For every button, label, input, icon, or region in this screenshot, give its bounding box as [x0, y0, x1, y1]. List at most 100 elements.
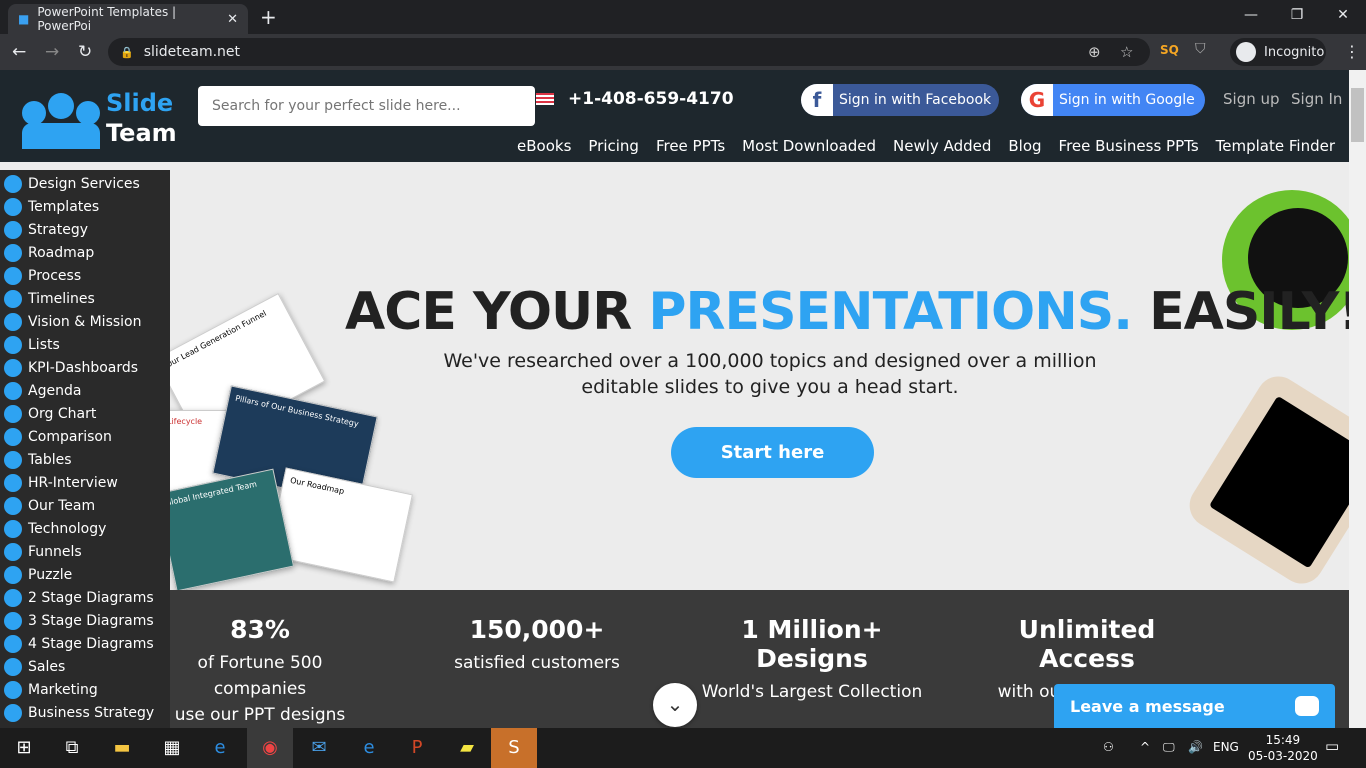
page-scrollbar[interactable]	[1349, 70, 1366, 728]
sidebar-item-templates[interactable]: Templates	[0, 195, 170, 218]
windows-start-icon[interactable]: ⊞	[12, 736, 36, 760]
stat-customers: 150,000+ satisfied customers	[454, 615, 620, 673]
bookmark-star-icon[interactable]: ☆	[1120, 43, 1133, 61]
google-icon: G	[1021, 84, 1053, 116]
sidebar-item-kpi-dashboards[interactable]: KPI-Dashboards	[0, 356, 170, 379]
stat-designs: 1 Million+ Designs World's Largest Collec…	[701, 615, 923, 702]
nav-most-downloaded[interactable]: Most Downloaded	[742, 137, 876, 155]
sidebar-item-technology[interactable]: Technology	[0, 517, 170, 540]
edge-icon[interactable]: e	[357, 736, 381, 760]
restore-icon[interactable]: ❐	[1274, 0, 1320, 30]
category-icon	[4, 496, 22, 515]
logo[interactable]: Slide Team	[22, 88, 177, 149]
scroll-down-chevron-icon[interactable]: ⌄	[653, 683, 697, 727]
powerpoint-icon[interactable]: P	[405, 736, 429, 760]
incognito-badge[interactable]: Incognito	[1230, 38, 1326, 66]
address-bar[interactable]: 🔒 slideteam.net ⊕ ☆	[108, 38, 1150, 66]
nav-blog[interactable]: Blog	[1008, 137, 1041, 155]
sidebar-item-business-strategy[interactable]: Business Strategy	[0, 701, 170, 724]
sidebar-item-3-stage-diagrams[interactable]: 3 Stage Diagrams	[0, 609, 170, 632]
close-window-icon[interactable]: ✕	[1320, 0, 1366, 30]
chrome-icon[interactable]: ◉	[247, 728, 293, 768]
close-tab-icon[interactable]: ✕	[227, 12, 238, 27]
phone-number[interactable]: +1-408-659-4170	[568, 89, 734, 109]
back-icon[interactable]: ←	[12, 42, 26, 62]
signup-link[interactable]: Sign up	[1223, 90, 1280, 108]
task-view-icon[interactable]: ⧉	[60, 736, 84, 760]
search-input[interactable]	[198, 86, 535, 126]
new-tab-button[interactable]: +	[260, 5, 277, 29]
sidebar-item-marketing[interactable]: Marketing	[0, 678, 170, 701]
category-icon	[4, 519, 22, 538]
stat-fortune: 83% of Fortune 500 companies use our PPT d…	[174, 615, 346, 725]
sidebar-item-hr-interview[interactable]: HR-Interview	[0, 471, 170, 494]
sidebar-item-strategy[interactable]: Strategy	[0, 218, 170, 241]
people-icon[interactable]: ⚇	[1103, 740, 1114, 754]
zoom-icon[interactable]: ⊕	[1088, 43, 1101, 61]
category-sidebar: Design Services Templates Strategy Roadmap P…	[0, 170, 170, 728]
sq-extension-icon[interactable]: SQ	[1160, 43, 1179, 57]
sidebar-item-label: Puzzle	[28, 566, 73, 583]
sidebar-item-tables[interactable]: Tables	[0, 448, 170, 471]
logo-text-team: Team	[106, 119, 177, 147]
forward-icon[interactable]: →	[45, 42, 59, 62]
shield-extension-icon[interactable]: ⛉	[1195, 41, 1206, 57]
mail-icon[interactable]: ✉	[307, 736, 331, 760]
sidebar-item-roadmap[interactable]: Roadmap	[0, 241, 170, 264]
sidebar-item-2-stage-diagrams[interactable]: 2 Stage Diagrams	[0, 586, 170, 609]
sidebar-item-process[interactable]: Process	[0, 264, 170, 287]
nav-ebooks[interactable]: eBooks	[517, 137, 571, 155]
sidebar-item-label: Funnels	[28, 543, 82, 560]
slides-collage-image: Our Lead Generation Funnel Lifecycle Pil…	[154, 292, 413, 592]
reload-icon[interactable]: ↻	[78, 42, 92, 62]
sidebar-item-org-chart[interactable]: Org Chart	[0, 402, 170, 425]
sidebar-item-agenda[interactable]: Agenda	[0, 379, 170, 402]
store-icon[interactable]: ▦	[160, 736, 184, 760]
sidebar-item-label: Business Strategy	[28, 704, 155, 721]
facebook-signin-button[interactable]: f Sign in with Facebook	[801, 84, 999, 116]
category-icon	[4, 634, 22, 653]
sidebar-item-puzzle[interactable]: Puzzle	[0, 563, 170, 586]
facebook-icon: f	[801, 84, 833, 116]
file-explorer-icon[interactable]: ▬	[110, 736, 134, 760]
start-here-button[interactable]: Start here	[671, 427, 874, 478]
google-signin-button[interactable]: G Sign in with Google	[1021, 84, 1205, 116]
sidebar-item-sales[interactable]: Sales	[0, 655, 170, 678]
category-icon	[4, 588, 22, 607]
nav-free-ppts[interactable]: Free PPTs	[656, 137, 725, 155]
nav-free-business-ppts[interactable]: Free Business PPTs	[1059, 137, 1199, 155]
sidebar-item-our-team[interactable]: Our Team	[0, 494, 170, 517]
sidebar-item-funnels[interactable]: Funnels	[0, 540, 170, 563]
skype-icon[interactable]: S	[491, 728, 537, 768]
language-indicator[interactable]: ENG	[1213, 740, 1239, 754]
sidebar-item-lists[interactable]: Lists	[0, 333, 170, 356]
sticky-notes-icon[interactable]: ▰	[455, 736, 479, 760]
leave-message-button[interactable]: Leave a message	[1054, 684, 1335, 728]
minimize-icon[interactable]: —	[1228, 0, 1274, 30]
category-icon	[4, 611, 22, 630]
network-icon[interactable]: 🖵	[1163, 740, 1175, 755]
sidebar-item-4-stage-diagrams[interactable]: 4 Stage Diagrams	[0, 632, 170, 655]
sidebar-item-design-services[interactable]: Design Services	[0, 172, 170, 195]
sidebar-item-comparison[interactable]: Comparison	[0, 425, 170, 448]
category-icon	[4, 197, 22, 216]
action-center-icon[interactable]: ▭	[1325, 737, 1339, 755]
sidebar-item-label: Process	[28, 267, 82, 284]
browser-tabbar: ■ PowerPoint Templates | PowerPoi ✕ + — ❐ ✕	[0, 0, 1366, 34]
volume-icon[interactable]: 🔊	[1188, 740, 1203, 754]
browser-tab[interactable]: ■ PowerPoint Templates | PowerPoi ✕	[8, 4, 248, 34]
browser-menu-icon[interactable]: ⋮	[1344, 42, 1360, 61]
sidebar-item-label: Strategy	[28, 221, 88, 238]
nav-template-finder[interactable]: Template Finder	[1216, 137, 1335, 155]
nav-pricing[interactable]: Pricing	[588, 137, 639, 155]
clock[interactable]: 15:49 05-03-2020	[1248, 732, 1318, 764]
ie-icon[interactable]: e	[208, 736, 232, 760]
tray-expand-icon[interactable]: ^	[1140, 740, 1150, 754]
sidebar-item-vision-mission[interactable]: Vision & Mission	[0, 310, 170, 333]
phone-image	[1181, 368, 1366, 592]
sidebar-item-timelines[interactable]: Timelines	[0, 287, 170, 310]
tab-title: PowerPoint Templates | PowerPoi	[37, 5, 177, 33]
signin-link[interactable]: Sign In	[1291, 90, 1342, 108]
nav-newly-added[interactable]: Newly Added	[893, 137, 991, 155]
sidebar-item-label: Sales	[28, 658, 66, 675]
